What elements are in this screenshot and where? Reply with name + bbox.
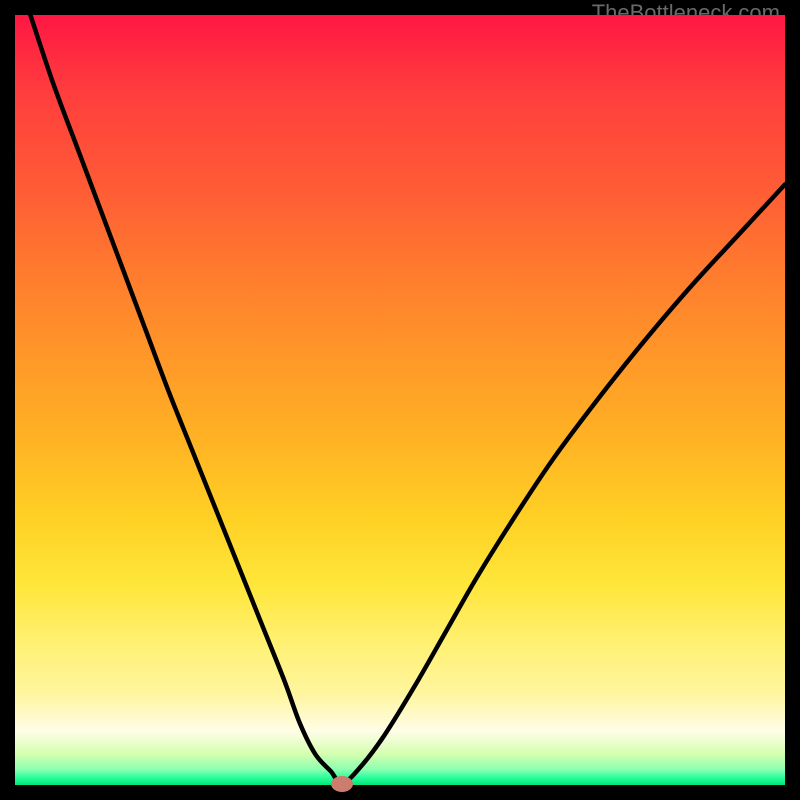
- plot-area: [15, 15, 785, 785]
- chart-frame: TheBottleneck.com: [0, 0, 800, 800]
- bottleneck-curve: [30, 15, 785, 784]
- curve-svg: [15, 15, 785, 785]
- optimum-marker: [331, 776, 353, 792]
